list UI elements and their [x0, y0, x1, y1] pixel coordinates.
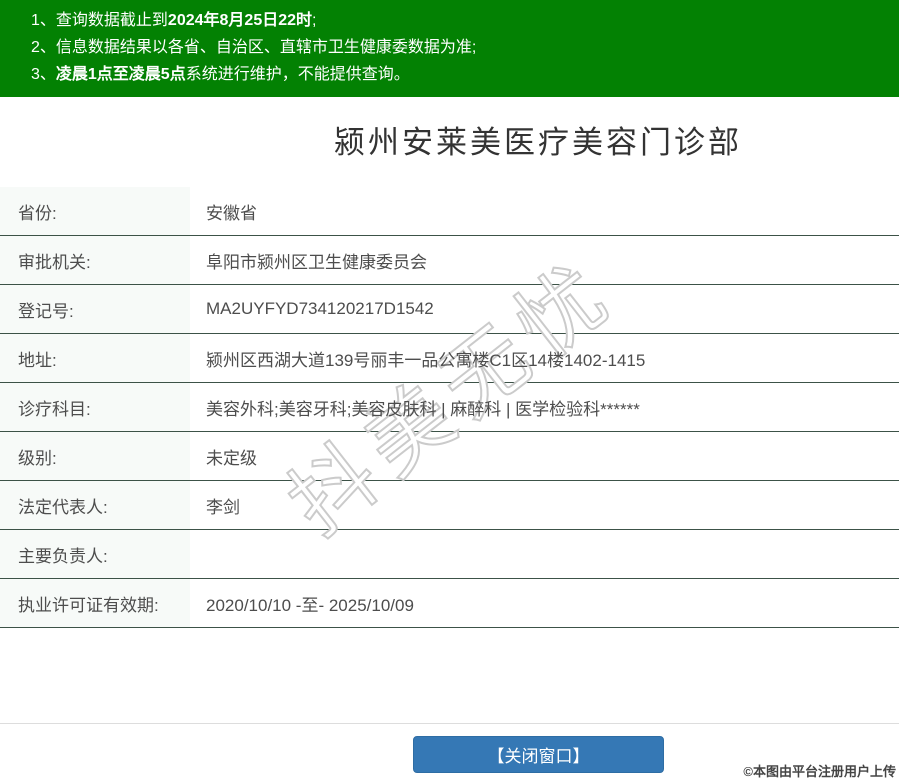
row-value-text: 未定级 [206, 448, 257, 468]
row-value [190, 530, 899, 578]
table-row-approval-authority: 审批机关: 阜阳市颍州区卫生健康委员会 [0, 236, 899, 285]
row-value: MA2UYFYD734120217D1542 [190, 285, 899, 333]
row-label-text: 审批机关: [18, 252, 91, 272]
row-value-text: 阜阳市颍州区卫生健康委员会 [206, 252, 427, 272]
row-value: 美容外科;美容牙科;美容皮肤科 | 麻醉科 | 医学检验科****** [190, 383, 899, 431]
row-label-text: 执业许可证有效期: [18, 595, 159, 615]
row-value: 颍州区西湖大道139号丽丰一品公寓楼C1区14楼1402-1415 [190, 334, 899, 382]
row-value: 未定级 [190, 432, 899, 480]
row-label: 地址: [0, 334, 190, 382]
row-label: 级别: [0, 432, 190, 480]
notice-bold-text: 凌晨1点至凌晨5点 [55, 66, 186, 83]
copyright-stamp: ©本图由平台注册用户上传 [743, 764, 896, 779]
row-value: 李剑 [190, 481, 899, 529]
table-row-legal-representative: 法定代表人: 李剑 [0, 481, 899, 530]
table-row-license-validity: 执业许可证有效期: 2020/10/10 -至- 2025/10/09 [0, 579, 899, 628]
notice-line-2: 2、信息数据结果以各省、自治区、直辖市卫生健康委数据为准; [31, 34, 884, 61]
row-label: 执业许可证有效期: [0, 579, 190, 627]
row-value-text: 2020/10/10 -至- 2025/10/09 [206, 595, 414, 615]
table-row-province: 省份: 安徽省 [0, 187, 899, 236]
row-label-text: 地址: [18, 350, 57, 370]
notice-bold-text: 2024年8月25日22时 [167, 12, 313, 29]
row-label-text: 主要负责人: [18, 546, 108, 566]
table-row-registration-number: 登记号: MA2UYFYD734120217D1542 [0, 285, 899, 334]
table-row-address: 地址: 颍州区西湖大道139号丽丰一品公寓楼C1区14楼1402-1415 [0, 334, 899, 383]
notice-number: 1、 [31, 12, 56, 29]
row-value: 安徽省 [190, 187, 899, 235]
row-label-text: 法定代表人: [18, 497, 108, 517]
row-value: 阜阳市颍州区卫生健康委员会 [190, 236, 899, 284]
page-title: 颍州安莱美医疗美容门诊部 [334, 125, 742, 160]
row-value-text: MA2UYFYD734120217D1542 [206, 299, 434, 318]
row-label-text: 诊疗科目: [18, 399, 91, 419]
notice-text: ; [312, 12, 317, 29]
notice-line-1: 1、查询数据截止到2024年8月25日22时; [31, 7, 884, 34]
row-value-text: 颍州区西湖大道139号丽丰一品公寓楼C1区14楼1402-1415 [206, 350, 646, 370]
footer-divider [0, 723, 899, 724]
row-label-text: 省份: [18, 203, 57, 223]
row-label: 诊疗科目: [0, 383, 190, 431]
table-row-principal: 主要负责人: [0, 530, 899, 579]
row-label: 登记号: [0, 285, 190, 333]
row-label: 审批机关: [0, 236, 190, 284]
page: 1、查询数据截止到2024年8月25日22时; 2、信息数据结果以各省、自治区、… [0, 0, 899, 781]
row-label-text: 登记号: [18, 301, 74, 321]
table-row-level: 级别: 未定级 [0, 432, 899, 481]
notice-text: 查询数据截止到 [55, 12, 168, 29]
info-table: 省份: 安徽省 审批机关: 阜阳市颍州区卫生健康委员会 登记号: MA2UYFY… [0, 187, 899, 628]
row-value-text: 李剑 [206, 497, 240, 517]
row-label-text: 级别: [18, 448, 57, 468]
row-label: 省份: [0, 187, 190, 235]
notice-number: 2、 [31, 39, 56, 56]
close-window-button[interactable]: 【关闭窗口】 [413, 736, 664, 773]
row-value: 2020/10/10 -至- 2025/10/09 [190, 579, 899, 627]
notice-number: 3、 [31, 66, 56, 83]
notice-line-3: 3、凌晨1点至凌晨5点系统进行维护，不能提供查询。 [31, 61, 884, 88]
notice-text: 系统进行维护，不能提供查询。 [185, 66, 410, 83]
row-label: 法定代表人: [0, 481, 190, 529]
row-label: 主要负责人: [0, 530, 190, 578]
table-row-medical-subjects: 诊疗科目: 美容外科;美容牙科;美容皮肤科 | 麻醉科 | 医学检验科*****… [0, 383, 899, 432]
row-value-text: 安徽省 [206, 203, 257, 223]
notice-bar: 1、查询数据截止到2024年8月25日22时; 2、信息数据结果以各省、自治区、… [0, 0, 899, 97]
notice-text: 信息数据结果以各省、自治区、直辖市卫生健康委数据为准; [55, 39, 477, 56]
row-value-text: 美容外科;美容牙科;美容皮肤科 | 麻醉科 | 医学检验科****** [206, 399, 640, 419]
